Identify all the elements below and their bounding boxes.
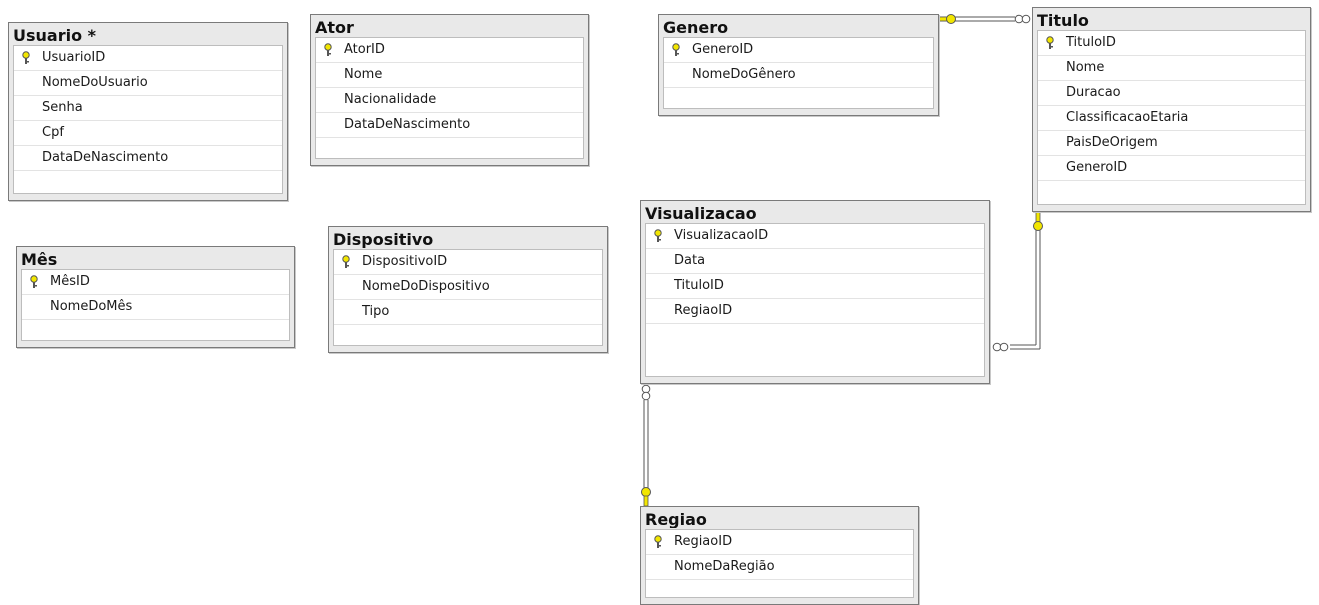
key-endpoint-icon [641,487,651,507]
column-row[interactable]: ClassificacaoEtaria [1038,106,1305,131]
column-row[interactable]: NomeDoMês [22,295,289,320]
column-name: DispositivoID [362,254,448,269]
column-row[interactable]: TituloID [1038,31,1305,56]
table-title: Regiao [645,510,707,528]
table-columns: GeneroID NomeDoGênero [663,37,934,109]
column-row[interactable]: DataDeNascimento [316,113,583,138]
column-name: NomeDoGênero [692,67,796,82]
relationship-genero-titulo[interactable] [937,14,1031,24]
table-title: Usuario * [13,26,97,44]
column-name: NomeDoUsuario [42,75,148,90]
column-name: VisualizacaoID [674,228,769,243]
primary-key-icon [672,43,680,56]
column-name: PaisDeOrigem [1066,135,1158,150]
column-name: NomeDaRegião [674,559,775,574]
table-columns: AtorID Nome Nacionalidade DataDeNascimen… [315,37,584,159]
primary-key-icon [324,43,332,56]
key-endpoint-icon [937,14,956,24]
column-name: Senha [42,100,83,115]
table-usuario[interactable]: Usuario * UsuarioID NomeDoUsuario Senha … [8,22,288,201]
table-columns: DispositivoID NomeDoDispositivo Tipo [333,249,603,346]
column-name: TituloID [1066,35,1116,50]
column-row[interactable]: Senha [14,96,282,121]
column-name: DataDeNascimento [344,117,471,132]
column-name: ClassificacaoEtaria [1066,110,1189,125]
column-name: GeneroID [1066,160,1128,175]
table-title: Ator [315,18,354,36]
column-row[interactable]: GeneroID [1038,156,1305,181]
column-row[interactable]: UsuarioID [14,46,282,71]
primary-key-icon [342,255,350,268]
primary-key-icon [654,229,662,242]
column-row[interactable]: NomeDoGênero [664,63,933,88]
table-visualizacao[interactable]: Visualizacao VisualizacaoID Data TituloI… [640,200,990,384]
table-genero[interactable]: Genero GeneroID NomeDoGênero [658,14,939,116]
column-name: Nacionalidade [344,92,437,107]
column-row[interactable]: Nome [316,63,583,88]
table-title: Dispositivo [333,230,434,248]
column-name: RegiaoID [674,534,733,549]
column-row[interactable]: MêsID [22,270,289,295]
column-row[interactable]: DataDeNascimento [14,146,282,171]
column-row[interactable]: Tipo [334,300,602,325]
column-row[interactable]: DispositivoID [334,250,602,275]
column-name: AtorID [344,42,385,57]
infinity-endpoint-icon [1014,14,1031,24]
table-dispositivo[interactable]: Dispositivo DispositivoID NomeDoDisposit… [328,226,608,353]
table-ator[interactable]: Ator AtorID Nome Nacionalidade DataDeNas… [310,14,589,166]
table-columns: TituloID Nome Duracao ClassificacaoEtari… [1037,30,1306,205]
column-row[interactable]: TituloID [646,274,984,299]
column-row[interactable]: NomeDoUsuario [14,71,282,96]
column-row[interactable]: Nacionalidade [316,88,583,113]
table-mes[interactable]: Mês MêsID NomeDoMês [16,246,295,348]
table-columns: MêsID NomeDoMês [21,269,290,341]
column-row[interactable]: AtorID [316,38,583,63]
column-name: DataDeNascimento [42,150,169,165]
table-titulo[interactable]: Titulo TituloID Nome Duracao Classificac… [1032,7,1311,212]
key-endpoint-icon [1033,211,1043,231]
column-name: NomeDoDispositivo [362,279,490,294]
primary-key-icon [1046,36,1054,49]
column-name: MêsID [50,274,90,289]
table-columns: RegiaoID NomeDaRegião [645,529,914,598]
column-row[interactable]: NomeDaRegião [646,555,913,580]
table-title: Mês [21,250,58,268]
table-title: Genero [663,18,729,36]
table-title: Titulo [1037,11,1089,29]
column-name: Cpf [42,125,64,140]
infinity-endpoint-icon [641,384,651,401]
column-row[interactable]: NomeDoDispositivo [334,275,602,300]
table-title: Visualizacao [645,204,757,222]
column-row[interactable]: RegiaoID [646,299,984,324]
column-name: Data [674,253,706,268]
column-row[interactable]: VisualizacaoID [646,224,984,249]
column-row[interactable]: RegiaoID [646,530,913,555]
column-row[interactable]: Duracao [1038,81,1305,106]
column-name: Tipo [362,304,390,319]
column-row[interactable]: Nome [1038,56,1305,81]
column-name: NomeDoMês [50,299,133,314]
column-row[interactable]: GeneroID [664,38,933,63]
primary-key-icon [30,275,38,288]
relationship-titulo-visualizacao[interactable] [992,211,1043,352]
column-name: GeneroID [692,42,754,57]
primary-key-icon [22,51,30,64]
column-row[interactable]: Cpf [14,121,282,146]
infinity-endpoint-icon [992,342,1009,352]
table-columns: UsuarioID NomeDoUsuario Senha Cpf DataDe… [13,45,283,194]
table-regiao[interactable]: Regiao RegiaoID NomeDaRegião [640,506,919,605]
column-name: Nome [1066,60,1105,75]
column-row[interactable]: PaisDeOrigem [1038,131,1305,156]
column-row[interactable]: Data [646,249,984,274]
column-name: RegiaoID [674,303,733,318]
column-name: UsuarioID [42,50,106,65]
column-name: Nome [344,67,383,82]
table-columns: VisualizacaoID Data TituloID RegiaoID [645,223,985,377]
primary-key-icon [654,535,662,548]
relationship-regiao-visualizacao[interactable] [641,384,651,507]
column-name: TituloID [674,278,724,293]
column-name: Duracao [1066,85,1121,100]
